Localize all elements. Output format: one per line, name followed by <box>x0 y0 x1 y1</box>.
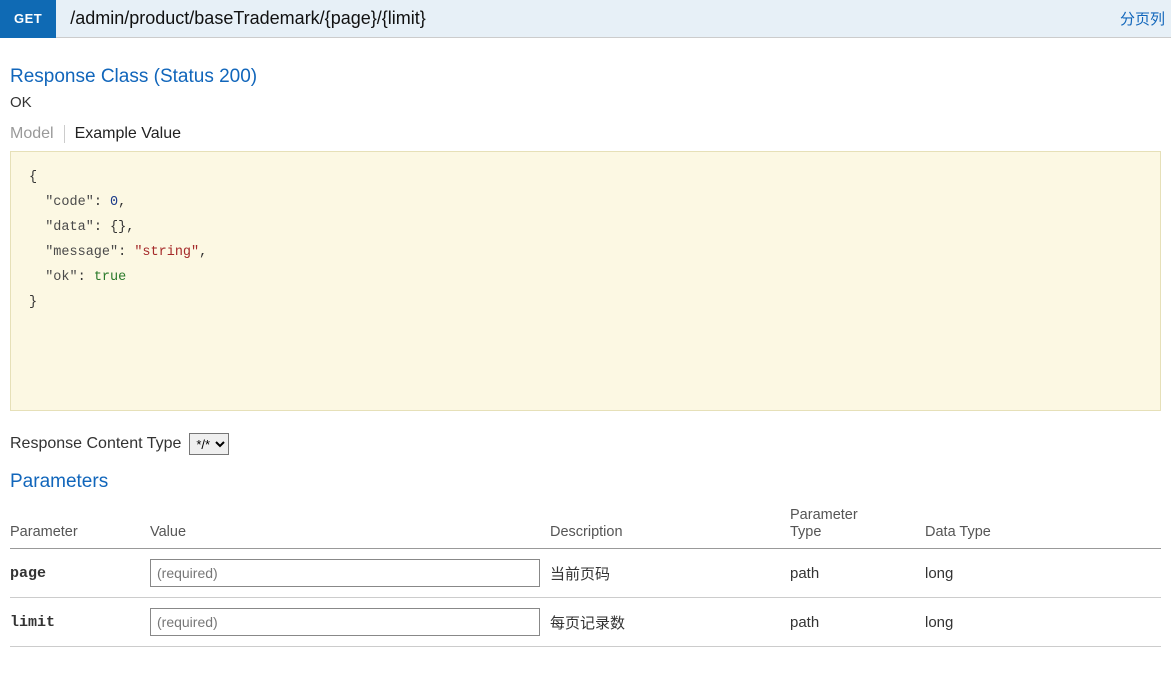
param-description: 每页记录数 <box>550 598 790 647</box>
example-value-json[interactable]: { "code": 0, "data": {}, "message": "str… <box>10 151 1161 411</box>
json-key: "message" <box>45 245 118 260</box>
response-status-text: OK <box>10 94 1161 111</box>
col-header-line: Parameter <box>790 507 858 523</box>
col-header-description: Description <box>550 499 790 549</box>
table-row: page 当前页码 path long <box>10 549 1161 598</box>
parameters-title: Parameters <box>10 471 1161 493</box>
pagination-link[interactable]: 分页列 <box>1120 8 1171 29</box>
json-key: "code" <box>45 195 94 210</box>
param-type: path <box>790 598 925 647</box>
response-content-type-label: Response Content Type <box>10 435 181 453</box>
param-name: page <box>10 549 150 598</box>
tab-model[interactable]: Model <box>10 125 65 143</box>
operation-header[interactable]: GET /admin/product/baseTrademark/{page}/… <box>0 0 1171 38</box>
json-value: true <box>94 270 126 285</box>
param-name: limit <box>10 598 150 647</box>
param-data-type: long <box>925 549 1161 598</box>
param-description: 当前页码 <box>550 549 790 598</box>
endpoint-path: /admin/product/baseTrademark/{page}/{lim… <box>56 8 1120 29</box>
json-value: 0 <box>110 195 118 210</box>
json-value: {} <box>110 220 126 235</box>
col-header-line: Type <box>790 524 821 540</box>
param-value-input-page[interactable] <box>150 559 540 587</box>
parameters-table: Parameter Value Description Parameter Ty… <box>10 499 1161 647</box>
tab-example-value[interactable]: Example Value <box>65 125 181 143</box>
json-key: "ok" <box>45 270 77 285</box>
response-tabs: Model Example Value <box>10 125 1161 143</box>
table-row: limit 每页记录数 path long <box>10 598 1161 647</box>
json-value: "string" <box>134 245 199 260</box>
response-class-title: Response Class (Status 200) <box>10 66 1161 88</box>
param-value-input-limit[interactable] <box>150 608 540 636</box>
response-content-type-select[interactable]: */* <box>189 433 229 455</box>
col-header-parameter-type: Parameter Type <box>790 499 925 549</box>
param-type: path <box>790 549 925 598</box>
col-header-value: Value <box>150 499 550 549</box>
json-key: "data" <box>45 220 94 235</box>
http-method-badge: GET <box>0 0 56 38</box>
col-header-parameter: Parameter <box>10 499 150 549</box>
col-header-data-type: Data Type <box>925 499 1161 549</box>
param-data-type: long <box>925 598 1161 647</box>
